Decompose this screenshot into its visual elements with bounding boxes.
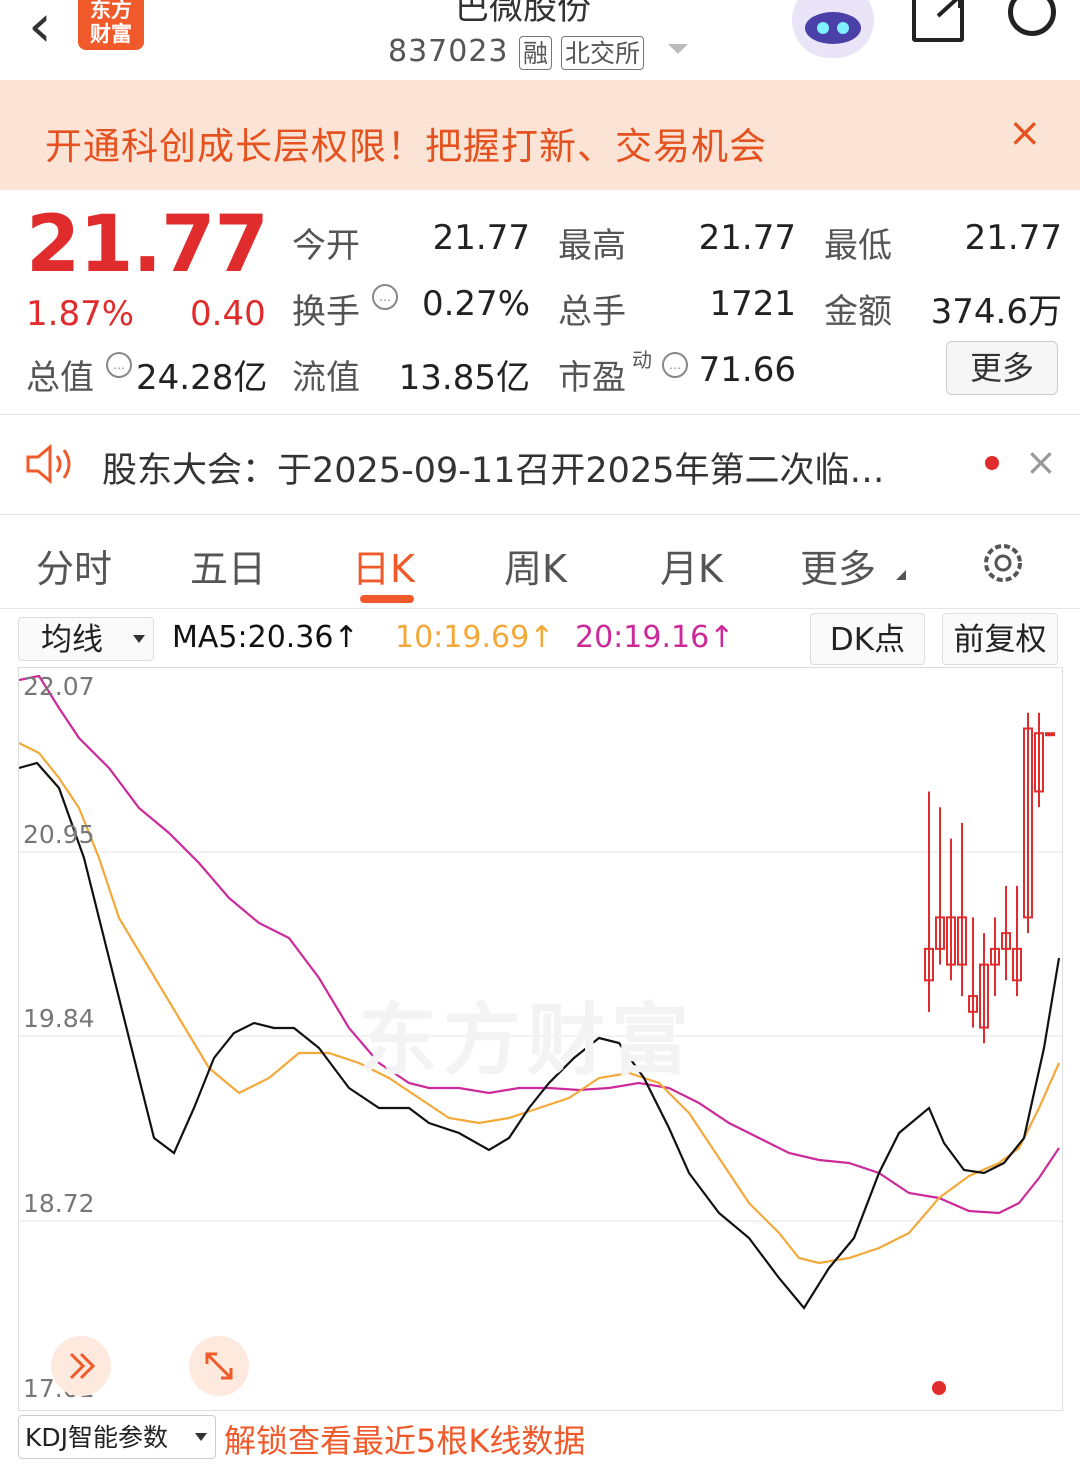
ma5-readout: MA5:20.36↑ [172,620,359,655]
app-logo: 东方 财富 [78,0,144,50]
y-tick-label: 22.07 [23,672,95,701]
logo-line2: 财富 [90,22,132,46]
current-price: 21.77 [26,200,269,290]
amount-label: 金额 [824,292,892,332]
exchange-tag: 北交所 [561,36,645,70]
low-label: 最低 [824,226,892,266]
more-quote-button[interactable]: 更多 [946,341,1058,395]
stock-code: 837023 [388,34,509,69]
assistant-avatar-icon[interactable] [792,0,874,58]
speaker-icon [26,443,76,485]
double-chevron-right-icon[interactable] [51,1336,111,1396]
gear-icon[interactable] [980,540,1026,586]
logo-line1: 东方 [90,0,132,22]
ma20-line [18,674,1060,1215]
kdj-selector-label: KDJ智能参数 [25,1423,169,1452]
total-value: 24.28亿 [136,358,268,398]
candle-body [1045,732,1055,737]
more-caret-icon [896,570,906,580]
high-label: 最高 [558,226,626,266]
amount-value: 374.6万 [930,292,1062,332]
ma20-readout: 20:19.16↑ [575,620,735,655]
tab-more[interactable]: 更多 [800,538,876,593]
tab-monthly-k[interactable]: 月K [660,538,723,593]
change-percent: 1.87% [26,294,135,334]
tab-intraday[interactable]: 分时 [36,538,112,593]
divider [0,608,1080,609]
high-value: 21.77 [698,218,796,258]
volume-value: 1721 [709,284,796,324]
divider [0,414,1080,415]
share-icon[interactable] [912,0,964,42]
unread-dot [985,456,999,470]
change-amount: 0.40 [190,294,266,334]
tab-weekly-k[interactable]: 周K [504,538,567,593]
kline-chart[interactable]: 22.07 20.95 19.84 18.72 17.61 东方财富 [18,667,1063,1411]
candlestick-group [924,712,1055,1044]
dk-point-button[interactable]: DK点 [810,613,925,665]
ma-selector-label: 均线 [41,622,103,658]
margin-tag: 融 [519,36,553,70]
open-label: 今开 [292,226,360,266]
float-value-label: 流值 [292,358,360,398]
expand-arrows-icon[interactable] [189,1336,249,1396]
y-tick-label: 20.95 [23,820,95,849]
pe-value: 71.66 [698,350,796,390]
ma-selector[interactable]: 均线 [18,617,154,661]
pe-label: 市盈 [558,358,626,398]
active-tab-indicator [360,595,414,603]
divider [0,514,1080,515]
back-icon[interactable]: ‹ [28,0,52,56]
dropdown-icon [195,1433,207,1441]
unlock-kline-link[interactable]: 解锁查看最近5根K线数据 [224,1416,585,1462]
pe-superscript: 动 [632,348,652,372]
low-value: 21.77 [964,218,1062,258]
notice-text[interactable]: 股东大会：于2025-09-11召开2025年第二次临… [102,442,884,493]
watermark: 东方财富 [359,996,696,1086]
total-value-label: 总值 [26,358,94,398]
turnover-label: 换手 [292,292,360,332]
ma10-readout: 10:19.69↑ [395,620,555,655]
open-value: 21.77 [432,218,530,258]
promo-banner-text[interactable]: 开通科创成长层权限！把握打新、交易机会 [45,116,767,170]
y-tick-label: 18.72 [23,1189,95,1218]
chevron-down-icon[interactable] [668,44,688,54]
info-icon[interactable]: … [106,352,132,378]
dropdown-icon [133,635,145,643]
volume-label: 总手 [558,292,626,332]
stock-name: 巴微股份 [455,0,591,28]
banner-close-icon[interactable]: × [1008,110,1042,156]
turnover-value: 0.27% [421,284,530,324]
info-icon[interactable]: … [662,352,688,378]
adjust-button[interactable]: 前复权 [942,613,1058,665]
tab-daily-k[interactable]: 日K [352,538,415,593]
kdj-selector[interactable]: KDJ智能参数 [18,1415,216,1459]
notice-close-icon[interactable]: × [1025,440,1057,484]
signal-dot [932,1381,946,1395]
tab-five-day[interactable]: 五日 [190,538,266,593]
y-tick-label: 19.84 [23,1004,95,1033]
float-value: 13.85亿 [398,358,530,398]
